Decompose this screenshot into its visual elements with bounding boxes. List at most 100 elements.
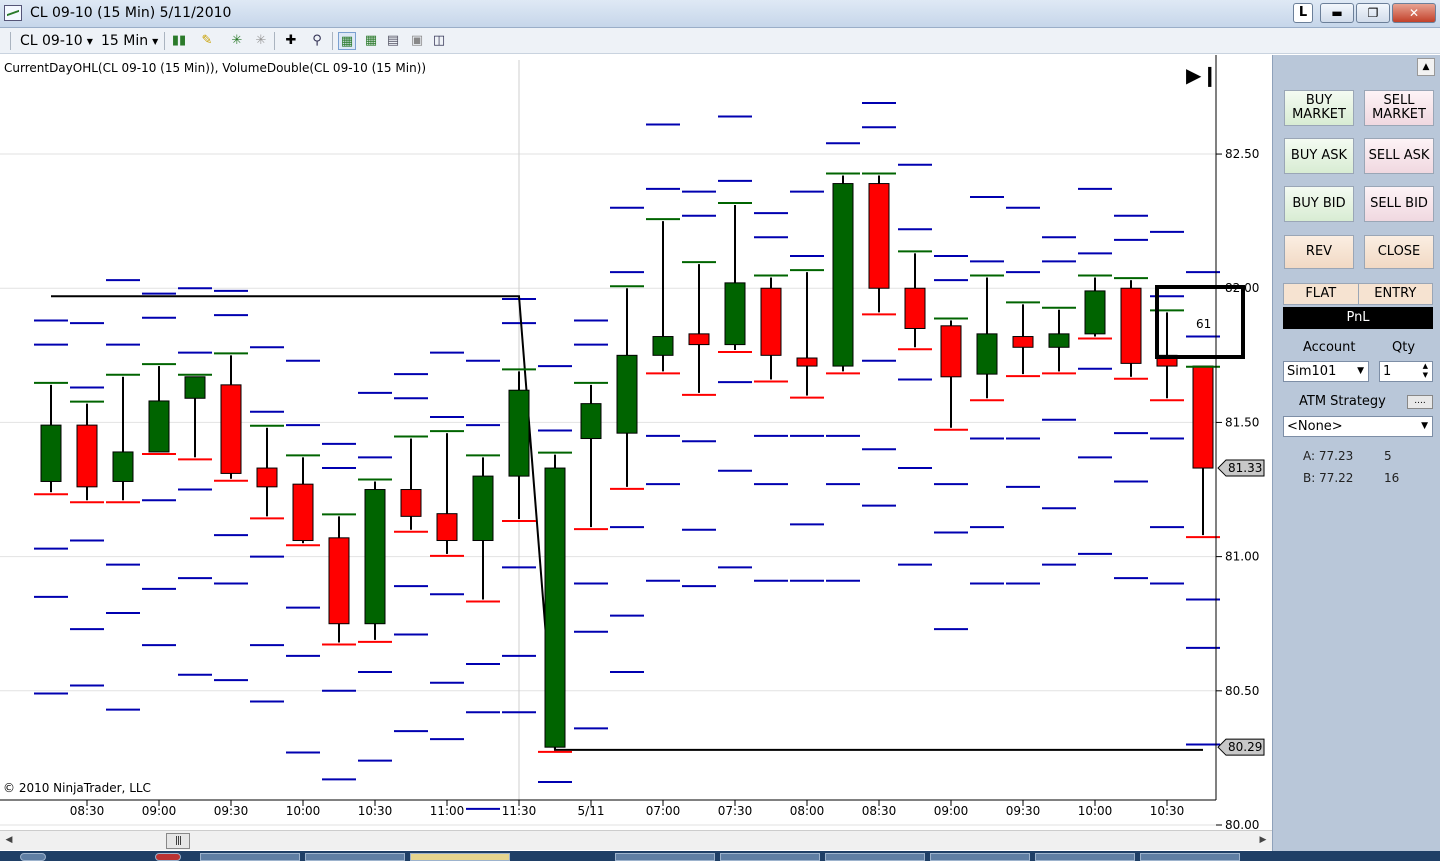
- candle-body: [364, 489, 386, 625]
- chart-trader-icon[interactable]: ▦: [338, 32, 356, 50]
- x-tick-label: 07:00: [646, 804, 681, 818]
- atm-strategy-more-button[interactable]: ....: [1407, 395, 1433, 409]
- strategies-icon[interactable]: ▤: [384, 32, 402, 50]
- bar-type-icon[interactable]: ▮▮: [170, 32, 188, 50]
- candle-body: [256, 467, 278, 488]
- sell-bid-button[interactable]: SELL BID: [1364, 186, 1434, 222]
- candlestick-chart[interactable]: 82.5082.0081.5081.0080.5080.0008:30 09:00…: [0, 55, 1272, 832]
- account-value: Sim101: [1287, 364, 1337, 379]
- qty-label: Qty: [1392, 340, 1416, 355]
- scroll-to-end-icon[interactable]: ▶❙: [1186, 63, 1218, 87]
- indicators-icon[interactable]: ▦: [362, 32, 380, 50]
- candle-body: [976, 333, 998, 375]
- x-tick-label: 07:30: [718, 804, 753, 818]
- taskbar-item[interactable]: [720, 853, 820, 861]
- x-tick-label: 5/11: [578, 804, 605, 818]
- link-button[interactable]: L: [1293, 3, 1313, 23]
- bid-size: 16: [1384, 471, 1400, 485]
- scrollbar-thumb[interactable]: |||: [166, 833, 190, 849]
- candle-body: [400, 489, 422, 517]
- interval-selector[interactable]: 15 Min ▼: [101, 33, 158, 49]
- y-tick-label: 81.00: [1225, 550, 1259, 564]
- candle-body: [1084, 290, 1106, 335]
- buy-bid-button[interactable]: BUY BID: [1284, 186, 1354, 222]
- account-select[interactable]: Sim101 ▼: [1283, 361, 1369, 382]
- reverse-button[interactable]: REV: [1284, 235, 1354, 269]
- crosshair-pin-icon[interactable]: ✳: [228, 32, 246, 50]
- scroll-right-icon[interactable]: ▶: [1256, 833, 1270, 847]
- candle-body: [1048, 333, 1070, 348]
- quantity-stepper[interactable]: 1 ▲ ▼: [1379, 361, 1433, 382]
- toolbar-separator: [10, 32, 11, 50]
- x-tick-label: 10:30: [1150, 804, 1185, 818]
- candle-body: [220, 384, 242, 474]
- y-tick-label: 81.50: [1225, 415, 1259, 429]
- minimize-button[interactable]: ▬: [1320, 3, 1354, 23]
- pencil-draw-icon[interactable]: ✎: [198, 32, 216, 50]
- candle-body: [436, 513, 458, 542]
- candle-body: [796, 357, 818, 367]
- taskbar-item[interactable]: [825, 853, 925, 861]
- toolbar-separator: [274, 32, 275, 50]
- bid-price: B: 77.22: [1303, 471, 1354, 485]
- close-position-button[interactable]: CLOSE: [1364, 235, 1434, 269]
- x-tick-label: 10:00: [1078, 804, 1113, 818]
- taskbar-item[interactable]: [305, 853, 405, 861]
- price-marker-label: 81.33: [1228, 461, 1262, 475]
- data-box-icon[interactable]: ▣: [408, 32, 426, 50]
- taskbar-app-icon[interactable]: [155, 853, 181, 861]
- maximize-button[interactable]: ❐: [1356, 3, 1390, 23]
- taskbar-item[interactable]: [1140, 853, 1240, 861]
- candle-body: [580, 403, 602, 440]
- indicator-label: CurrentDayOHL(CL 09-10 (15 Min)), Volume…: [4, 61, 427, 75]
- x-tick-label: 11:00: [430, 804, 465, 818]
- chart-scrollbar[interactable]: ◀ ||| ▶: [0, 830, 1272, 850]
- window-title: CL 09-10 (15 Min) 5/11/2010: [30, 5, 232, 21]
- price-marker-label: 80.29: [1228, 740, 1262, 754]
- chevron-down-icon: ▼: [152, 36, 159, 46]
- ask-size: 5: [1384, 449, 1392, 463]
- position-entry-label: ENTRY: [1374, 286, 1417, 301]
- chart-toolbar: CL 09-10 ▼ 15 Min ▼ ▮▮ ✎ ✳ ✳ ✚ ⚲ ▦ ▦ ▤ ▣ ◫: [0, 28, 1440, 54]
- crosshair-icon[interactable]: ✚: [282, 32, 300, 50]
- taskbar-item[interactable]: [1035, 853, 1135, 861]
- position-box-label: 61: [1196, 317, 1211, 331]
- taskbar-item[interactable]: [930, 853, 1030, 861]
- copyright-text: © 2010 NinjaTrader, LLC: [3, 781, 151, 795]
- candle-body: [112, 451, 134, 482]
- atm-strategy-select[interactable]: <None> ▼: [1283, 416, 1433, 437]
- candle-body: [688, 333, 710, 346]
- position-header: FLAT ENTRY: [1283, 283, 1433, 305]
- close-icon: ✕: [1408, 6, 1420, 20]
- candle-body: [40, 424, 62, 482]
- properties-icon[interactable]: ◫: [430, 32, 448, 50]
- buy-market-button[interactable]: BUY MARKET: [1284, 90, 1354, 126]
- x-tick-label: 08:00: [790, 804, 825, 818]
- candle-body: [832, 183, 854, 367]
- stepper-arrows-icon[interactable]: ▲ ▼: [1423, 362, 1428, 380]
- account-label: Account: [1303, 340, 1356, 355]
- price-chart[interactable]: 82.50 82.00 81.50 81.00 80.50 80.00 08:30 09:00…: [0, 55, 1272, 832]
- x-tick-label: 09:30: [1006, 804, 1041, 818]
- sell-market-button[interactable]: SELL MARKET: [1364, 90, 1434, 126]
- atm-strategy-value: <None>: [1287, 419, 1343, 434]
- x-tick-label: 10:00: [286, 804, 321, 818]
- scroll-left-icon[interactable]: ◀: [2, 833, 16, 847]
- chart-app-icon[interactable]: [4, 5, 22, 21]
- x-tick-label: 08:30: [862, 804, 897, 818]
- zoom-icon[interactable]: ⚲: [308, 32, 326, 50]
- taskbar-item[interactable]: [410, 853, 510, 861]
- instrument-selector[interactable]: CL 09-10 ▼: [20, 33, 93, 49]
- candle-body: [1012, 336, 1034, 348]
- taskbar-item[interactable]: [615, 853, 715, 861]
- toolbar-separator: [164, 32, 165, 50]
- start-button[interactable]: [20, 853, 46, 861]
- panel-scroll-up-icon[interactable]: ▲: [1417, 58, 1435, 76]
- taskbar-item[interactable]: [200, 853, 300, 861]
- close-button[interactable]: ✕: [1392, 3, 1436, 23]
- interval-label: 15 Min: [101, 33, 149, 49]
- sell-ask-button[interactable]: SELL ASK: [1364, 138, 1434, 174]
- buy-ask-button[interactable]: BUY ASK: [1284, 138, 1354, 174]
- remove-drawings-icon[interactable]: ✳: [252, 32, 270, 50]
- candle-body: [616, 354, 638, 434]
